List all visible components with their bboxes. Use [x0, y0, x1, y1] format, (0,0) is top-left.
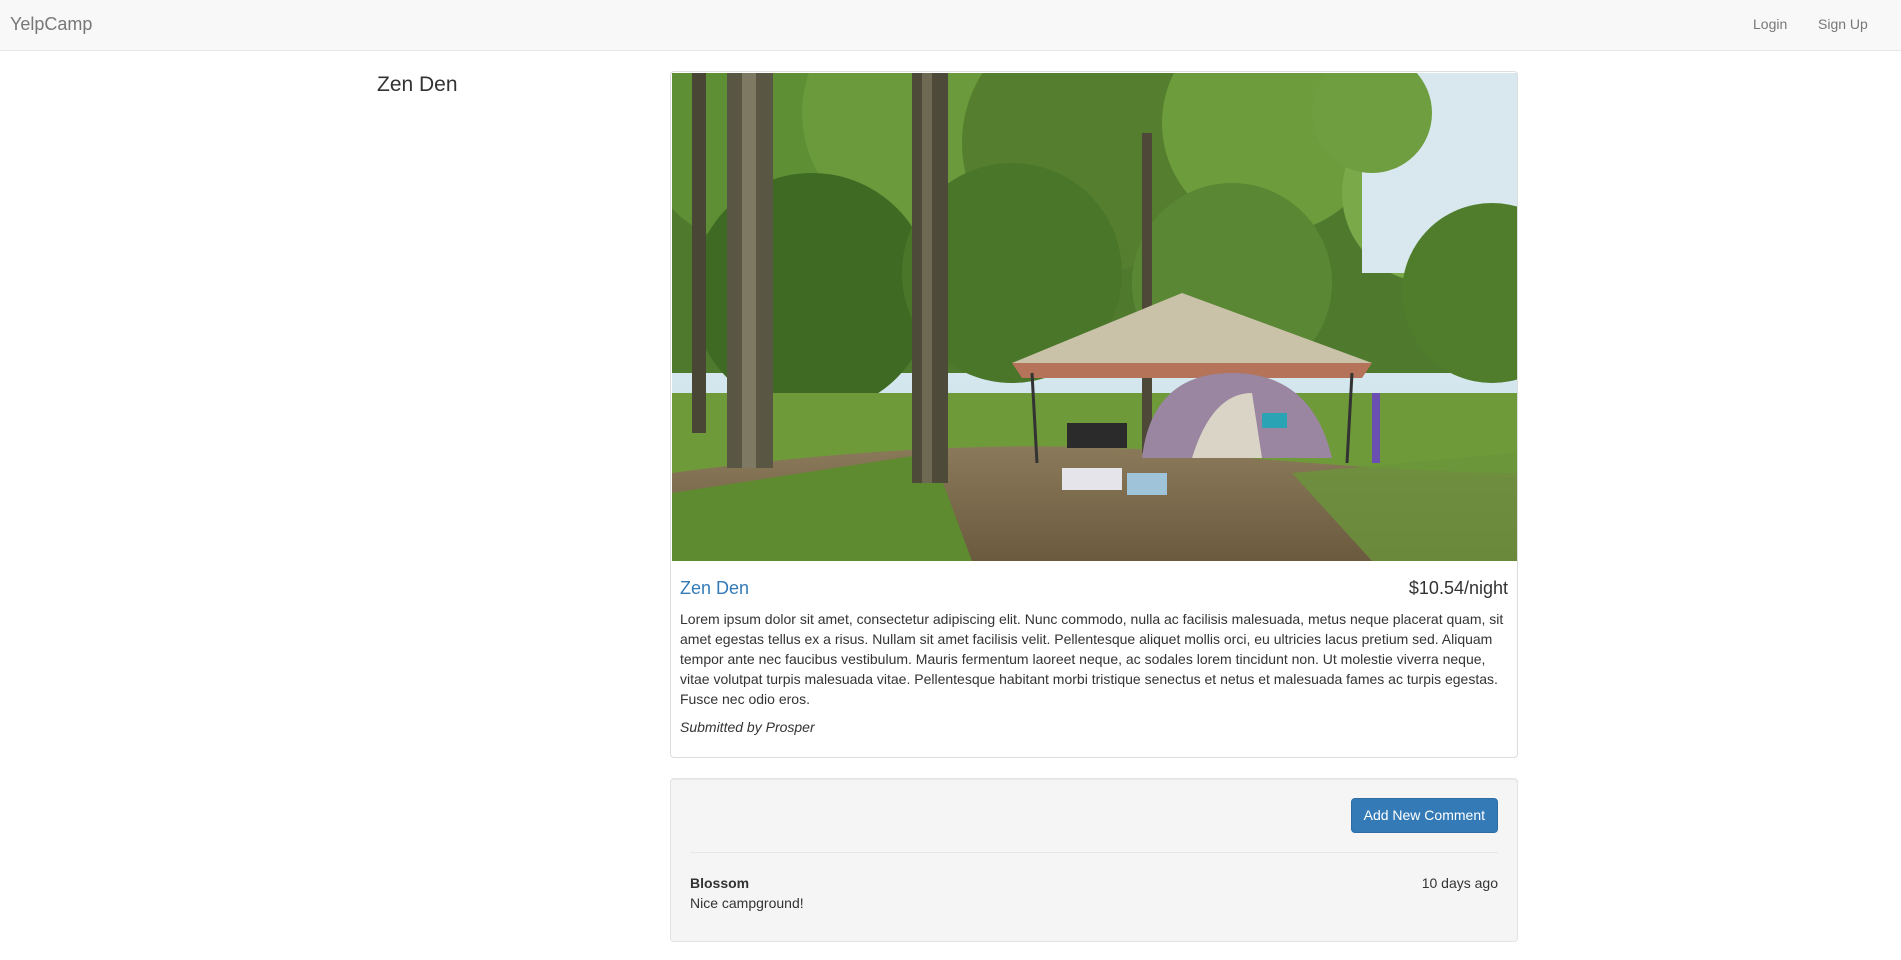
campground-name[interactable]: Zen Den: [680, 578, 749, 599]
comment-text: Nice campground!: [690, 895, 804, 911]
sidebar-title: Zen Den: [377, 73, 458, 96]
brand-link[interactable]: YelpCamp: [10, 14, 92, 35]
comments-divider: [690, 852, 1498, 853]
campground-price: $10.54/night: [1408, 578, 1508, 598]
comments-section: Add New Comment Blossom 10 days ago Nice…: [670, 778, 1518, 942]
login-link[interactable]: Login: [1753, 16, 1787, 32]
campsite-photo: [672, 73, 1517, 561]
comment-time: 10 days ago: [1421, 875, 1498, 891]
add-comment-button[interactable]: Add New Comment: [1350, 798, 1498, 833]
campground-card: Zen Den $10.54/night Lorem ipsum dolor s…: [670, 71, 1518, 758]
comment-author: Blossom: [690, 875, 750, 891]
signup-link[interactable]: Sign Up: [1818, 16, 1868, 32]
navbar: YelpCamp Login Sign Up: [0, 0, 1901, 51]
submitted-by: Submitted by Prosper: [680, 719, 815, 735]
campground-description: Lorem ipsum dolor sit amet, consectetur …: [680, 611, 1504, 707]
